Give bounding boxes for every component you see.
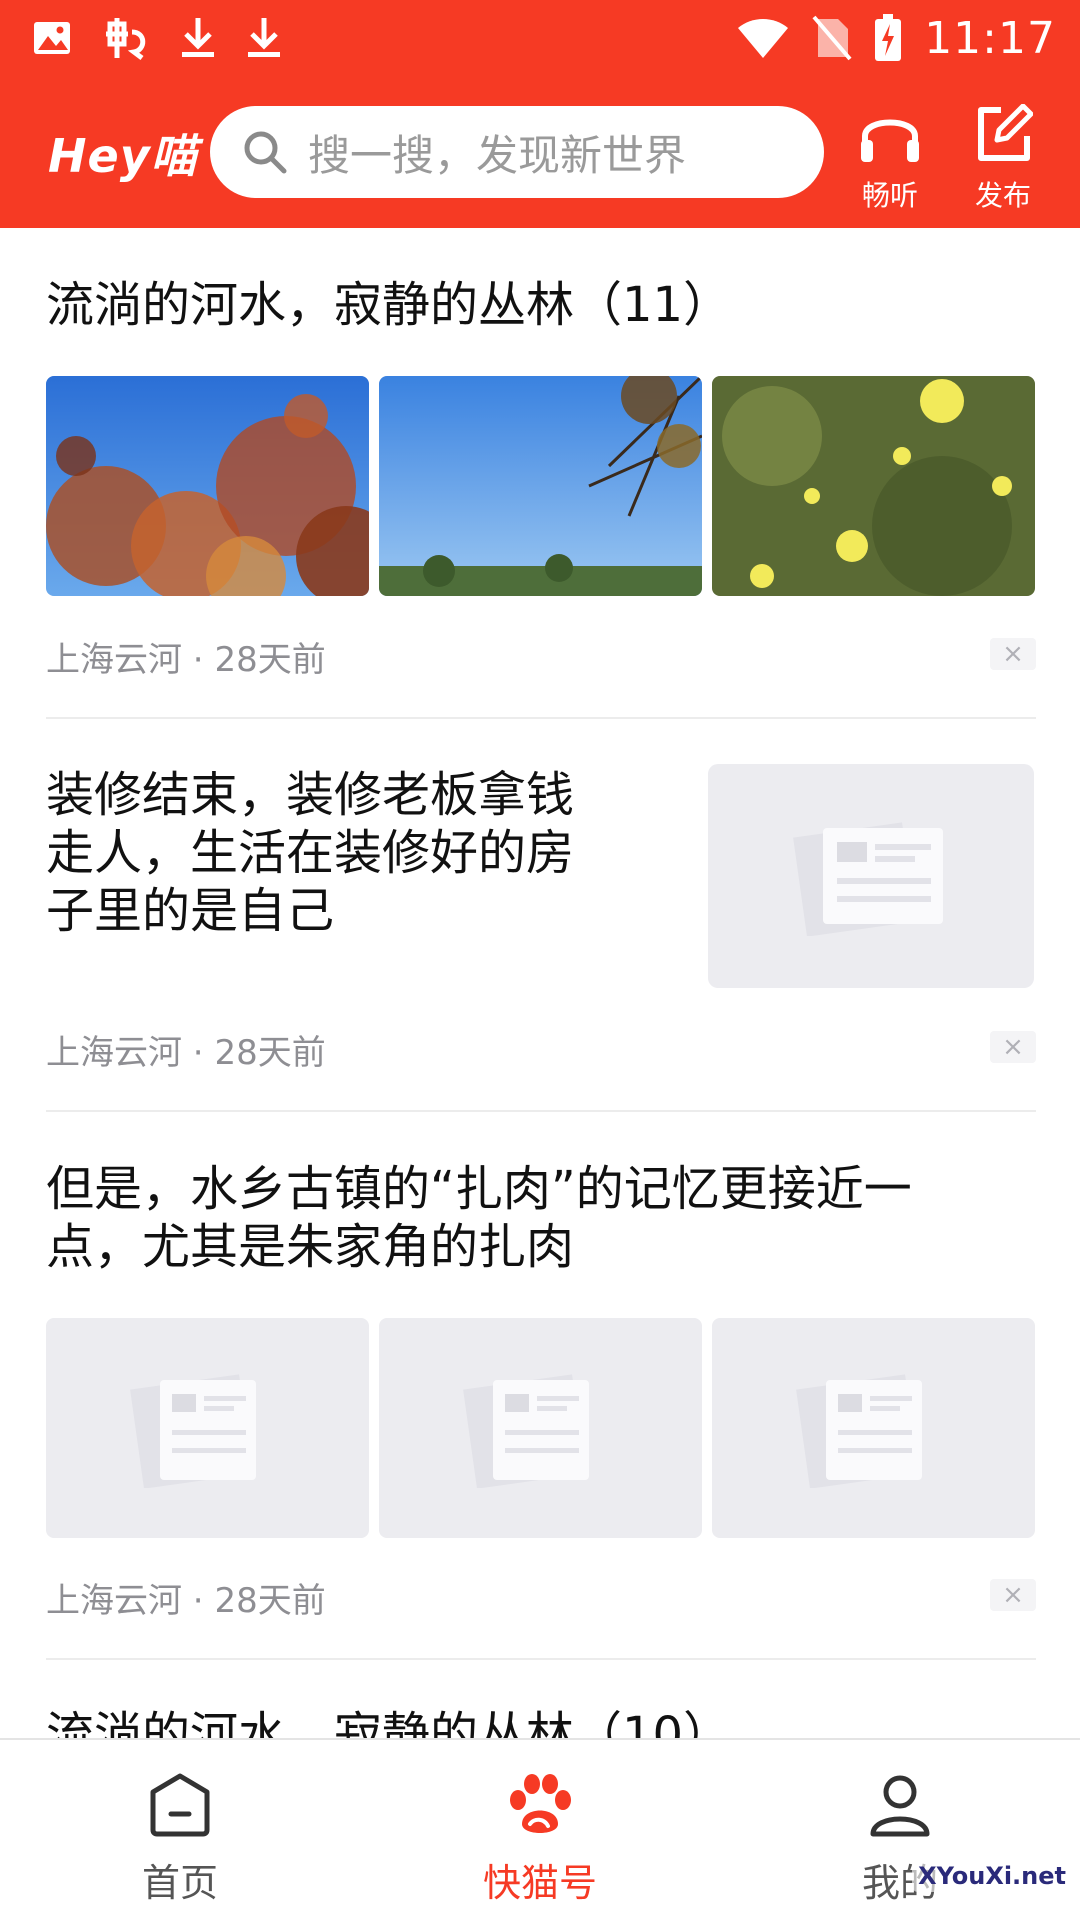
- autumn-leaves-photo[interactable]: [46, 376, 369, 596]
- news-feed[interactable]: 流淌的河水，寂静的丛林（11） 上海云河 · 28天前 × 装修结束，装修老板拿…: [0, 228, 1080, 1738]
- feed-card[interactable]: 流淌的河水，寂静的丛林（11）: [46, 276, 1036, 334]
- download-icon: [180, 16, 216, 60]
- card-time: 28天前: [214, 640, 326, 680]
- card-title-line: 走人，生活在装修好的房: [46, 825, 575, 881]
- divider: [46, 1658, 1036, 1660]
- feed-card[interactable]: 但是，水乡古镇的“扎肉”的记忆更接近一 点，尤其是朱家角的扎肉: [46, 1160, 1036, 1276]
- nav-kuaimao-label: 快猫号: [482, 1861, 597, 1905]
- card-image-row: [46, 1318, 1035, 1538]
- card-meta: 上海云河 · 28天前: [46, 1573, 326, 1622]
- edit-icon: [973, 103, 1034, 168]
- placeholder-article-icon[interactable]: [708, 764, 1034, 988]
- search-icon: [242, 129, 288, 175]
- listen-button[interactable]: 畅听: [845, 104, 935, 212]
- download-icon: [246, 16, 282, 60]
- card-source: 上海云河: [46, 1581, 182, 1621]
- card-time: 28天前: [214, 1033, 326, 1073]
- placeholder-article-icon[interactable]: [379, 1318, 702, 1538]
- meta-separator: ·: [182, 1581, 215, 1621]
- site-watermark: XYouXi.net: [912, 1860, 1072, 1892]
- search-placeholder: 搜一搜，发现新世界: [308, 130, 687, 180]
- status-bar: 11:17: [0, 0, 1080, 76]
- app-logo: Hey喵: [48, 129, 198, 183]
- search-bar[interactable]: 搜一搜，发现新世界: [210, 106, 824, 198]
- nav-kuaimao[interactable]: 快猫号: [440, 1770, 640, 1907]
- home-icon: [145, 1770, 215, 1844]
- card-meta: 上海云河 · 28天前: [46, 632, 326, 681]
- image-icon: [32, 20, 72, 56]
- placeholder-article-icon[interactable]: [46, 1318, 369, 1538]
- bottom-navigation: 首页 快猫号 我的: [0, 1738, 1080, 1920]
- feed-card[interactable]: 流淌的河水，寂静的丛林（10）: [46, 1706, 1036, 1738]
- card-time: 28天前: [214, 1581, 326, 1621]
- meta-separator: ·: [182, 640, 215, 680]
- close-icon: ×: [1002, 639, 1024, 669]
- no-sim-icon: [812, 15, 852, 61]
- divider: [46, 1110, 1036, 1112]
- card-image-row: [46, 376, 1035, 596]
- battery-charging-icon: [874, 14, 902, 62]
- nav-home-label: 首页: [141, 1861, 218, 1905]
- paw-icon: [504, 1770, 576, 1844]
- card-title: 流淌的河水，寂静的丛林（10）: [46, 1707, 732, 1738]
- headphones-icon: [857, 104, 923, 168]
- publish-label: 发布: [974, 179, 1031, 212]
- placeholder-article-icon[interactable]: [712, 1318, 1035, 1538]
- listen-label: 畅听: [861, 179, 918, 212]
- clock: 11:17: [924, 12, 1056, 64]
- card-source: 上海云河: [46, 640, 182, 680]
- card-title-line: 点，尤其是朱家角的扎肉: [46, 1219, 575, 1275]
- card-title-line: 子里的是自己: [46, 883, 335, 939]
- dismiss-button[interactable]: ×: [990, 638, 1036, 670]
- dismiss-button[interactable]: ×: [990, 1031, 1036, 1063]
- card-source: 上海云河: [46, 1033, 182, 1073]
- user-icon: [865, 1770, 935, 1844]
- yellow-wildflowers-photo[interactable]: [712, 376, 1035, 596]
- status-bar-notifications: [32, 10, 282, 66]
- close-icon: ×: [1002, 1032, 1024, 1062]
- status-bar-system: 11:17: [736, 10, 1056, 66]
- wifi-icon: [736, 16, 790, 60]
- dismiss-button[interactable]: ×: [990, 1579, 1036, 1611]
- card-title-line: 装修结束，装修老板拿钱: [46, 767, 575, 823]
- feed-card[interactable]: 装修结束，装修老板拿钱 走人，生活在装修好的房 子里的是自己: [46, 766, 606, 940]
- nav-home[interactable]: 首页: [80, 1770, 280, 1907]
- publish-button[interactable]: 发布: [958, 103, 1048, 212]
- divider: [46, 717, 1036, 719]
- card-title-line: 但是，水乡古镇的“扎肉”的记忆更接近一: [46, 1161, 912, 1217]
- card-meta: 上海云河 · 28天前: [46, 1025, 326, 1074]
- app-header: Hey喵 搜一搜，发现新世界 畅听 发布: [0, 76, 1080, 228]
- meta-separator: ·: [182, 1033, 215, 1073]
- card-title: 流淌的河水，寂静的丛林（11）: [46, 277, 732, 333]
- close-icon: ×: [1002, 1580, 1024, 1610]
- bug-icon: [102, 14, 150, 62]
- blue-sky-branches-photo[interactable]: [379, 376, 702, 596]
